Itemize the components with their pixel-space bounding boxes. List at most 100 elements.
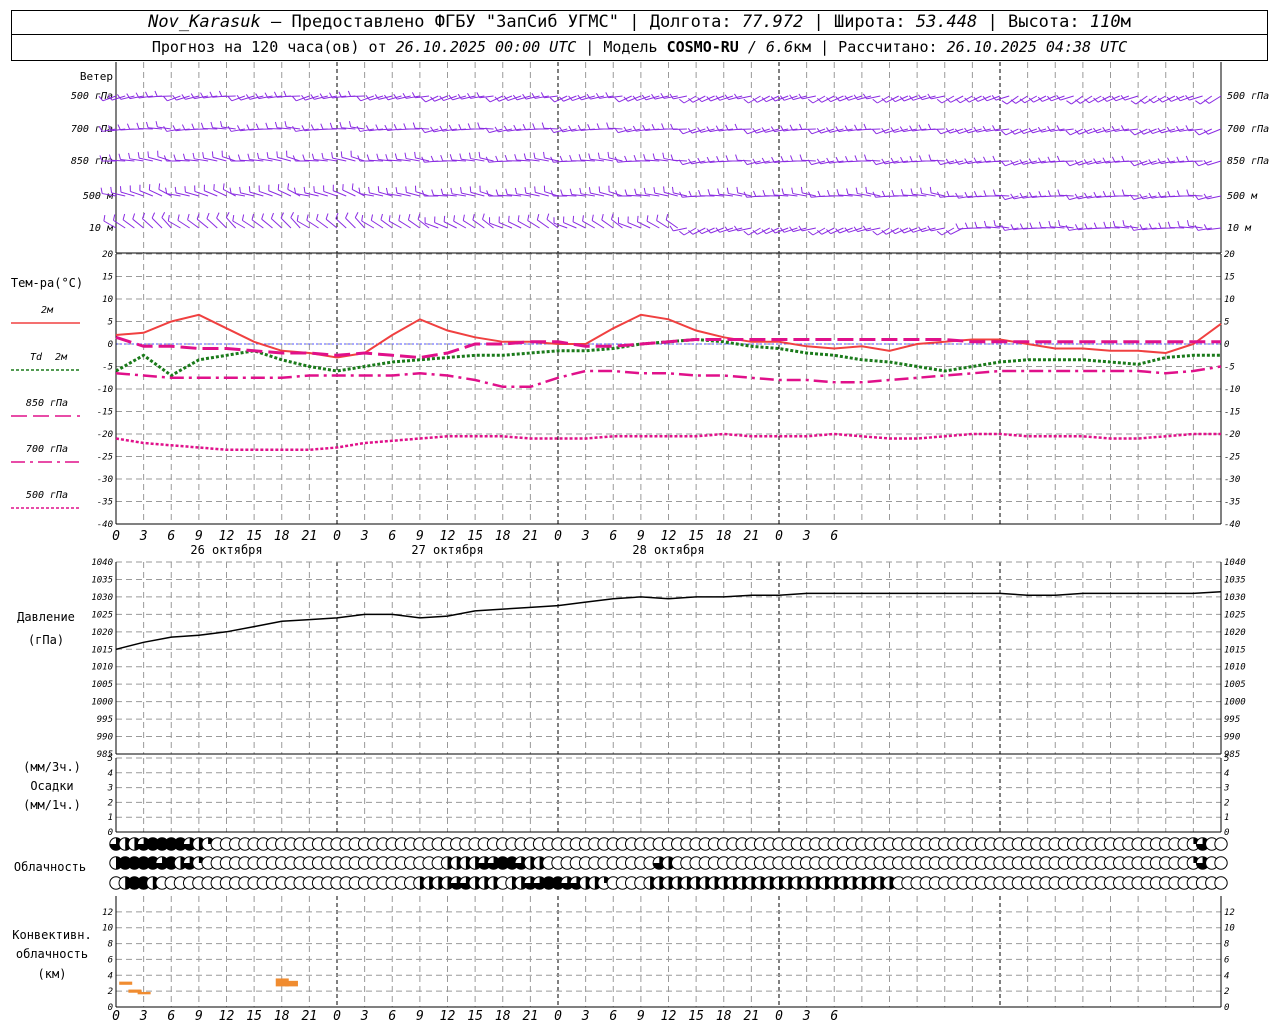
temp-legend-label-t2m: 2м [41, 305, 54, 316]
wind-barb-flag [1175, 95, 1181, 102]
x-tick-label-bottom: 18 [495, 1009, 511, 1024]
wind-barb-flag [734, 123, 738, 130]
wind-barb-flag [601, 214, 604, 221]
temp-ytick-right: -5 [1224, 363, 1235, 373]
wind-barb-flag [241, 214, 245, 221]
wind-barb-staff [242, 219, 255, 229]
wind-barb-flag [291, 95, 297, 102]
wind-barb-staff [371, 219, 384, 229]
x-tick-label-top: 15 [688, 529, 704, 544]
wind-barb-flag [251, 213, 255, 220]
wind-barb-flag [653, 187, 656, 194]
temp-axis-label: Тем-ра(°C) [11, 276, 83, 290]
wind-barb-flag [549, 97, 555, 103]
wind-barb-flag [200, 122, 204, 129]
wind-barb-flag [550, 190, 554, 197]
wind-barb-flag [227, 126, 232, 132]
pres-ytick-left: 1040 [91, 558, 113, 568]
wind-barb-flag [351, 183, 354, 190]
wind-barb-flag [469, 186, 472, 193]
wind-barb-flag [136, 122, 140, 129]
pres-ytick-left: 1030 [91, 593, 113, 603]
wind-barb-flag [536, 214, 540, 221]
wind-barb-staff [290, 217, 301, 229]
wind-barb-staff [161, 217, 172, 229]
wind-barb-flag [311, 153, 315, 160]
temp-ytick-right: -20 [1224, 430, 1240, 440]
wind-barb-flag [412, 122, 416, 129]
conv-ytick-left: 10 [102, 924, 113, 934]
prec-unit-3h: (мм/3ч.) [23, 760, 81, 774]
wind-barb-flag [863, 123, 867, 130]
wind-barb-flag [928, 154, 932, 161]
x-tick-label-bottom: 3 [802, 1009, 811, 1024]
wind-barb-flag [1186, 220, 1190, 227]
wind-barb-flag [393, 124, 398, 130]
temp-ytick-right: -10 [1224, 385, 1240, 395]
wind-barb-flag [265, 122, 269, 129]
wind-barb-flag [380, 213, 383, 220]
wind-barb-flag [227, 95, 233, 102]
wind-barb-flag [270, 212, 274, 219]
x-tick-label-bottom: 9 [416, 1009, 424, 1024]
wind-barb-flag [137, 152, 140, 159]
wind-barb-flag [1111, 95, 1117, 102]
wind-barb-flag [726, 187, 729, 194]
wind-barb-flag [992, 189, 996, 196]
wind-barb-flag [652, 153, 656, 160]
wind-barb-flag [807, 128, 813, 135]
wind-barb-flag [495, 189, 499, 196]
wind-barb-staff [408, 219, 421, 229]
wind-barb-flag [1001, 100, 1008, 105]
wind-barb-flag [414, 151, 416, 158]
wind-barb-flag [347, 90, 352, 97]
wind-barb-flag [345, 212, 349, 219]
wind-barb-staff [261, 218, 273, 229]
wind-barb-flag [255, 123, 260, 130]
wind-barb-flag [211, 151, 214, 158]
wind-barb-flag [173, 154, 177, 161]
x-tick-label-top: 0 [333, 529, 341, 544]
wind-barb-staff [682, 160, 697, 166]
conv-label-2: облачность [16, 947, 88, 961]
wind-barb-staff [113, 219, 126, 229]
wind-barb-flag [206, 212, 210, 219]
wind-barb-flag [579, 187, 582, 194]
pres-ytick-right: 1035 [1224, 575, 1246, 585]
wind-barb-flag [533, 152, 536, 159]
wind-barb-staff [325, 218, 338, 229]
x-tick-label-bottom: 9 [637, 1009, 645, 1024]
x-tick-label-bottom: 12 [219, 1009, 235, 1024]
wind-barb-flag [1010, 99, 1017, 104]
wind-barb-flag [955, 98, 961, 104]
wind-barb-flag [614, 97, 620, 103]
pres-ytick-left: 1035 [91, 575, 113, 585]
x-tick-label-top: 21 [302, 529, 318, 544]
x-tick-label-bottom: 9 [195, 1009, 203, 1024]
conv-bar [119, 981, 133, 985]
wind-barb-flag [1121, 155, 1125, 162]
wind-level-label-right: 700 гПа [1227, 124, 1269, 135]
temp-ytick-left: -30 [97, 475, 113, 485]
wind-barb-flag [624, 189, 628, 196]
wind-barb-staff [811, 160, 826, 166]
wind-barb-flag [661, 123, 665, 130]
cloud-icon-middle [1214, 856, 1228, 870]
wind-barb-staff [345, 217, 356, 229]
pres-ytick-right: 1000 [1224, 698, 1246, 708]
wind-barb-flag [398, 214, 401, 221]
pres-ytick-left: 1000 [91, 698, 113, 708]
wind-barb-flag [331, 152, 334, 159]
x-tick-label-top: 9 [416, 529, 424, 544]
wind-barb-flag [646, 215, 649, 222]
wind-barb-flag [368, 186, 370, 193]
wind-barb-flag [495, 155, 499, 162]
wind-barb-staff [462, 220, 476, 229]
wind-barb-flag [388, 215, 391, 222]
x-tick-label-bottom: 6 [609, 1009, 617, 1024]
x-tick-label-top: 0 [112, 529, 120, 544]
wind-barb-flag [596, 123, 600, 130]
pres-ytick-left: 1010 [91, 663, 113, 673]
conv-ytick-left: 4 [108, 971, 113, 981]
wind-barb-flag [356, 95, 362, 102]
